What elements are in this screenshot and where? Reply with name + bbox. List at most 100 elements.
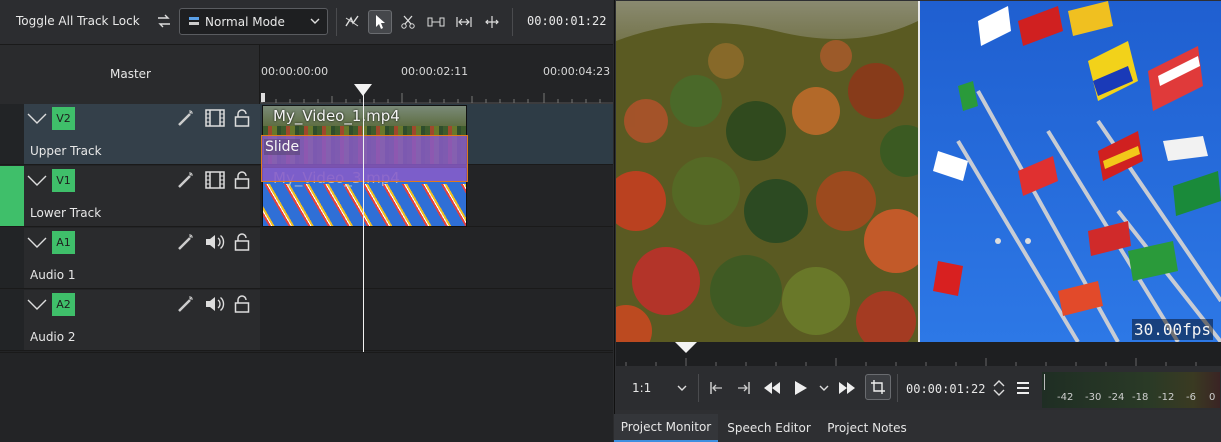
toolbar-divider [897,374,898,402]
split-divider [918,1,920,342]
chevron-down-icon[interactable] [26,110,48,129]
edit-mode-select[interactable]: Normal Mode [179,8,328,35]
monitor-controls: 1:1 00:00:01:22 -42 -30 -24 -18 -12 -6 0 [616,366,1221,410]
track-color-strip [0,104,24,164]
track-badge: A1 [52,231,75,254]
audio-meter: -42 -30 -24 -18 -12 -6 0 [1042,372,1220,408]
meter-label: 0 [1209,392,1216,403]
set-zone-in-icon[interactable] [708,380,724,399]
hamburger-menu-icon[interactable] [1016,381,1030,398]
track-name: Lower Track [30,206,102,220]
effects-wand-icon[interactable] [177,233,195,254]
track-color-strip [0,166,24,226]
tab-speech-editor[interactable]: Speech Editor [720,414,818,442]
lock-icon[interactable] [234,295,250,316]
speaker-icon[interactable] [205,295,225,316]
track-header-a1[interactable]: A1 Audio 1 [0,228,260,289]
ruler-ticks [260,93,613,104]
tab-project-monitor[interactable]: Project Monitor [614,414,718,442]
lock-icon[interactable] [234,233,250,254]
track-badge: V2 [52,107,75,130]
spacer-tool-icon[interactable] [340,10,364,34]
track-header-v1[interactable]: V1 Lower Track [0,166,260,227]
meter-label: -24 [1108,392,1125,403]
mode-icon [188,15,200,30]
toggle-all-track-lock-button[interactable]: Toggle All Track Lock [16,14,140,28]
chevron-down-icon[interactable] [26,172,48,191]
master-header: Master [0,45,260,104]
project-monitor-panel: 30.00fps 1:1 00:00:01:22 -42 -30 -24 -18… [614,0,1221,442]
track-name: Audio 1 [30,268,76,282]
fps-overlay: 30.00fps [1132,319,1214,340]
zoom-select[interactable]: 1:1 [626,376,692,400]
master-label: Master [110,67,151,81]
forest-frame-image [616,1,918,342]
chevron-down-icon[interactable] [26,296,48,315]
lock-icon[interactable] [234,171,250,192]
film-icon[interactable] [205,171,225,192]
meter-label: -18 [1132,392,1149,403]
set-zone-out-icon[interactable] [736,380,752,399]
zone-start-marker[interactable] [261,93,265,102]
play-icon[interactable] [792,380,808,399]
transition-clip[interactable]: Slide [261,135,468,182]
toolbar-divider [512,8,513,36]
ruler-time-label: 00:00:04:23 [543,65,611,78]
select-tool-icon[interactable] [368,10,392,34]
timeline-bottom-border [0,352,613,353]
flags-frame-image [918,1,1221,342]
ripple-tool-icon[interactable] [424,10,448,34]
timeline-timecode[interactable]: 00:00:01:22 [527,14,606,28]
monitor-timecode[interactable]: 00:00:01:22 [906,382,985,396]
timeline-toolbar: Toggle All Track Lock Normal Mode 00:00:… [0,0,613,45]
meter-label: -12 [1158,392,1175,403]
meter-label: -6 [1186,392,1196,403]
playhead-line[interactable] [363,88,364,352]
fast-forward-icon[interactable] [838,380,856,399]
track-header-a2[interactable]: A2 Audio 2 [0,290,260,351]
chevron-down-icon[interactable] [818,382,830,397]
razor-tool-icon[interactable] [396,10,420,34]
track-badge: A2 [52,293,75,316]
toolbar-divider [336,8,337,36]
ruler-time-label: 00:00:00:00 [261,65,329,78]
track-lane-a2[interactable] [260,290,613,351]
film-icon[interactable] [205,109,225,130]
clip-name: My_Video_1.mp4 [273,107,400,125]
toolbar-divider [698,374,699,402]
track-name: Upper Track [30,144,102,158]
track-name: Audio 2 [30,330,76,344]
monitor-ruler[interactable] [616,342,1221,366]
mode-label: Normal Mode [205,15,285,29]
lock-icon[interactable] [234,109,250,130]
swap-icon[interactable] [156,13,172,32]
transition-name: Slide [264,139,301,155]
effects-wand-icon[interactable] [177,171,195,192]
chevron-down-icon[interactable] [26,234,48,253]
timecode-spin-icon[interactable] [992,378,1006,401]
effects-wand-icon[interactable] [177,109,195,130]
meter-label: -42 [1057,392,1074,403]
chevron-down-icon [676,382,688,397]
speaker-icon[interactable] [205,233,225,254]
timeline-panel: Toggle All Track Lock Normal Mode 00:00:… [0,0,613,442]
monitor-ruler-ticks [625,342,1197,366]
timeline-ruler[interactable]: 00:00:00:00 00:00:02:11 00:00:04:23 [260,45,613,104]
rewind-icon[interactable] [763,380,781,399]
slip-tool-icon[interactable] [480,10,504,34]
crop-icon [870,379,886,398]
track-color-strip [0,290,24,350]
meter-label: -30 [1085,392,1102,403]
track-header-v2[interactable]: V2 Upper Track [0,104,260,165]
track-badge: V1 [52,169,75,192]
ruler-time-label: 00:00:02:11 [401,65,469,78]
tab-project-notes[interactable]: Project Notes [820,414,914,442]
crop-button[interactable] [865,374,891,400]
chevron-down-icon [309,15,321,30]
effects-wand-icon[interactable] [177,295,195,316]
track-color-strip [0,228,24,288]
roll-tool-icon[interactable] [452,10,476,34]
video-preview[interactable]: 30.00fps [616,1,1221,342]
clip-thumbnail [263,184,466,226]
track-lane-a1[interactable] [260,228,613,289]
